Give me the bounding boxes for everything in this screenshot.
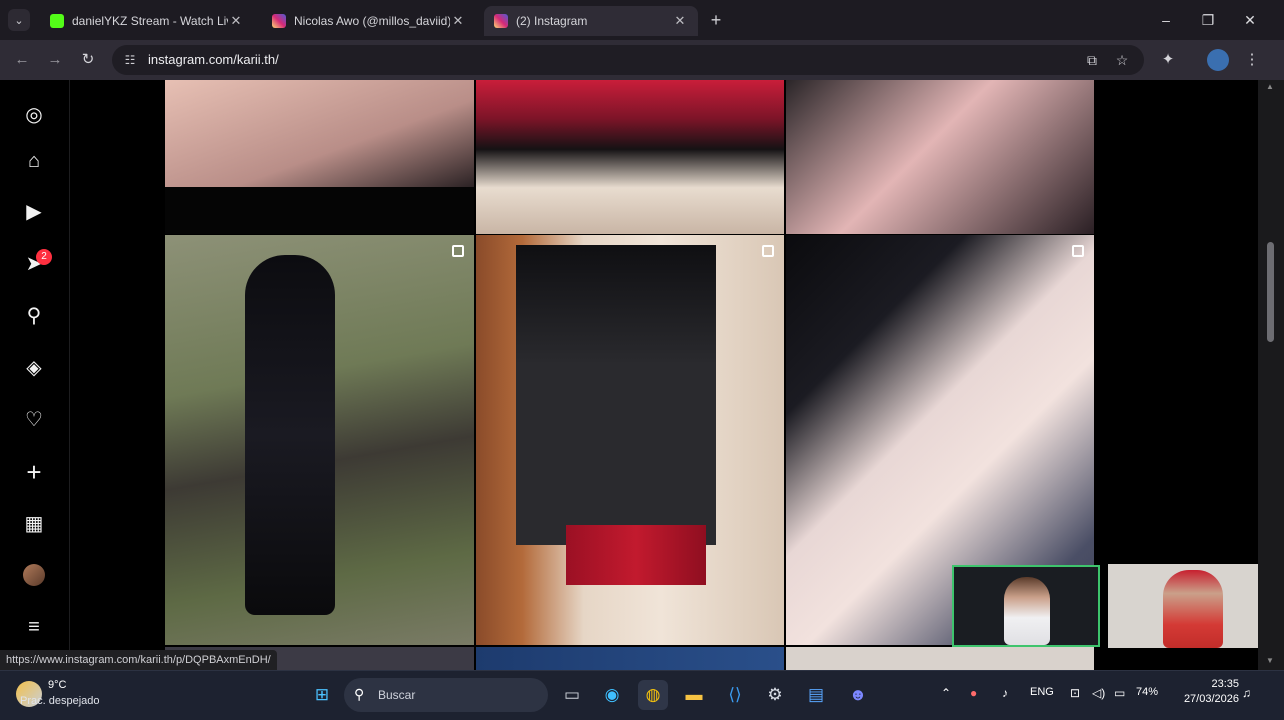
page-scrollbar[interactable]: ▲ ▼ [1258, 80, 1284, 670]
site-info-icon[interactable]: ☷ [122, 52, 138, 68]
tab-kick-stream[interactable]: danielYKZ Stream - Watch Live ✕ [40, 6, 254, 36]
dashboard-icon[interactable]: ▦ [21, 511, 47, 537]
more-menu-icon[interactable]: ≡ [21, 614, 47, 640]
messages-badge: 2 [36, 249, 52, 265]
screen: ⌄ danielYKZ Stream - Watch Live ✕ Nicola… [0, 0, 1284, 720]
volume-icon[interactable]: ◁) [1092, 686, 1105, 700]
tab-label: (2) Instagram [516, 14, 588, 28]
search-icon[interactable]: ⚲ [21, 303, 47, 329]
home-icon[interactable]: ⌂ [21, 148, 47, 174]
discord-icon[interactable]: ☻ [843, 680, 873, 710]
task-view-icon[interactable]: ▭ [557, 680, 587, 710]
carousel-icon [1072, 245, 1084, 257]
carousel-icon [452, 245, 464, 257]
notifications-bell-icon[interactable]: ♫ [1242, 686, 1251, 700]
tab-search-chevron-icon[interactable]: ⌄ [8, 9, 30, 31]
carousel-icon [762, 245, 774, 257]
reels-icon[interactable]: ▶ [21, 199, 47, 225]
taskbar-search[interactable]: ⚲ Buscar [344, 678, 548, 712]
explore-icon[interactable]: ◈ [21, 355, 47, 381]
tray-overflow-chevron-icon[interactable]: ⌃ [941, 686, 951, 700]
kick-favicon-icon [50, 14, 64, 28]
forward-icon[interactable]: → [45, 50, 65, 70]
photo-skirt [566, 525, 706, 585]
chrome-icon[interactable]: ◍ [638, 680, 668, 710]
install-app-icon[interactable]: ⧉ [1084, 52, 1100, 68]
notifications-heart-icon[interactable]: ♡ [21, 407, 47, 433]
instagram-favicon-icon [494, 14, 508, 28]
tray-app-icon[interactable]: ● [970, 686, 977, 700]
post-thumbnail-letterbox [165, 187, 474, 234]
post-thumbnail[interactable] [476, 80, 784, 234]
webcam-person [1163, 570, 1223, 648]
address-bar[interactable]: ☷ instagram.com/karii.th/ ⧉ ☆ [112, 45, 1144, 75]
language-indicator[interactable]: ENG [1030, 686, 1054, 698]
webcam-person [1004, 577, 1050, 645]
create-icon[interactable]: + [21, 459, 47, 485]
windows-taskbar: 9°C Prac. despejado ⊞ ⚲ Buscar ▭ ◉ ◍ ▬ ⟨… [0, 670, 1284, 720]
clock-time[interactable]: 23:35 [1203, 678, 1239, 690]
close-tab-icon[interactable]: ✕ [672, 13, 688, 29]
microphone-icon[interactable]: ♪ [1002, 686, 1008, 700]
tab-label: Nicolas Awo (@millos_daviid) - [294, 14, 450, 28]
instagram-logo-icon[interactable]: ◎ [21, 102, 47, 128]
steam-icon[interactable]: ⚙ [760, 680, 790, 710]
instagram-sidebar: ◎ ⌂ ▶ ➤ 2 ⚲ ◈ ♡ + ▦ ≡ [0, 80, 70, 670]
streamer-webcam-2 [1108, 564, 1258, 648]
profile-avatar[interactable] [23, 564, 45, 586]
back-icon[interactable]: ← [12, 50, 32, 70]
edge-icon[interactable]: ◉ [597, 680, 627, 710]
minimize-icon[interactable]: – [1156, 10, 1176, 30]
browser-tab-strip: ⌄ danielYKZ Stream - Watch Live ✕ Nicola… [0, 0, 1284, 40]
post-thumbnail[interactable] [476, 235, 784, 645]
scroll-up-arrow-icon[interactable]: ▲ [1266, 82, 1274, 91]
scroll-thumb[interactable] [1267, 242, 1274, 342]
scroll-down-arrow-icon[interactable]: ▼ [1266, 656, 1274, 665]
post-thumbnail[interactable] [165, 80, 474, 187]
close-tab-icon[interactable]: ✕ [450, 13, 466, 29]
post-thumbnail[interactable] [786, 80, 1094, 234]
search-icon: ⚲ [354, 686, 365, 702]
tab-instagram-active[interactable]: (2) Instagram ✕ [484, 6, 698, 36]
photo-subject [245, 255, 335, 615]
clock-date[interactable]: 27/03/2026 [1176, 693, 1239, 705]
vscode-icon[interactable]: ⟨⟩ [720, 680, 750, 710]
close-tab-icon[interactable]: ✕ [228, 13, 244, 29]
tab-label: danielYKZ Stream - Watch Live [72, 14, 228, 28]
windows-start-icon[interactable]: ⊞ [307, 680, 337, 710]
weather-temperature: 9°C [48, 679, 67, 691]
tab-instagram-profile[interactable]: Nicolas Awo (@millos_daviid) - ✕ [262, 6, 476, 36]
post-thumbnail[interactable] [786, 647, 1094, 670]
post-thumbnail[interactable] [165, 235, 474, 645]
close-window-icon[interactable]: ✕ [1240, 10, 1260, 30]
bookmark-star-icon[interactable]: ☆ [1114, 52, 1130, 68]
url-text: instagram.com/karii.th/ [148, 52, 279, 67]
battery-icon[interactable]: ▭ [1114, 686, 1125, 700]
profile-avatar-icon[interactable] [1207, 49, 1229, 71]
file-explorer-icon[interactable]: ▬ [679, 680, 709, 710]
new-tab-button[interactable]: + [706, 10, 726, 30]
weather-description: Prac. despejado [20, 695, 100, 707]
post-thumbnail[interactable] [476, 647, 784, 670]
photos-icon[interactable]: ▤ [801, 680, 831, 710]
browser-toolbar: ← → ↻ ☷ instagram.com/karii.th/ ⧉ ☆ ✦ ⋮ [0, 40, 1284, 80]
menu-kebab-icon[interactable]: ⋮ [1242, 50, 1262, 70]
network-icon[interactable]: ⊡ [1070, 686, 1080, 700]
link-status-bar: https://www.instagram.com/karii.th/p/DQP… [0, 650, 277, 670]
instagram-favicon-icon [272, 14, 286, 28]
extensions-icon[interactable]: ✦ [1158, 50, 1178, 70]
search-placeholder: Buscar [378, 688, 416, 702]
streamer-webcam-1 [952, 565, 1100, 647]
instagram-page: ◎ ⌂ ▶ ➤ 2 ⚲ ◈ ♡ + ▦ ≡ ▲ ▼ https://www.in… [0, 80, 1284, 670]
battery-percentage: 74% [1136, 686, 1159, 698]
photo-subject [516, 245, 716, 545]
restore-icon[interactable]: ❐ [1198, 10, 1218, 30]
reload-icon[interactable]: ↻ [78, 50, 98, 70]
